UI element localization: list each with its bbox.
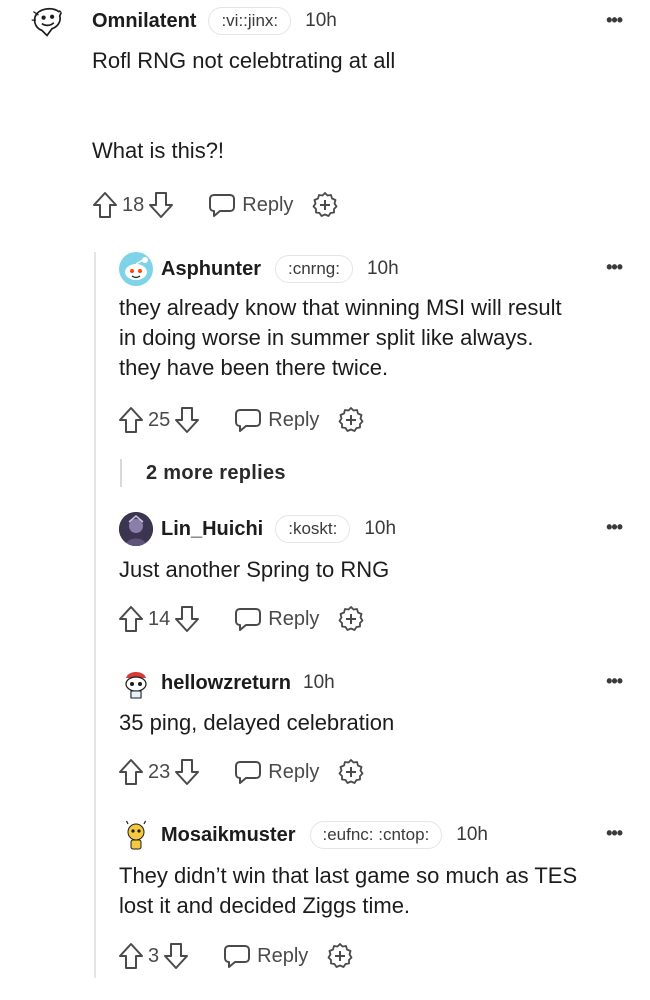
username[interactable]: Lin_Huichi: [161, 518, 263, 541]
more-options-icon[interactable]: •••: [606, 517, 623, 538]
comment-bubble-icon: [209, 194, 236, 217]
timestamp: 10h: [456, 824, 488, 845]
more-options-icon[interactable]: •••: [606, 10, 623, 31]
reply-button[interactable]: Reply: [208, 192, 293, 218]
downvote-icon[interactable]: [163, 942, 189, 970]
reply-label: Reply: [268, 607, 320, 630]
reply-label: Reply: [257, 944, 309, 967]
comment-text: Just another Spring to RNG: [119, 557, 390, 582]
downvote-icon[interactable]: [174, 605, 200, 633]
reply-button[interactable]: Reply: [234, 606, 319, 632]
more-replies-link[interactable]: 2 more replies: [120, 459, 286, 487]
more-options-icon[interactable]: •••: [606, 823, 623, 844]
user-flair: :vi::jinx:: [208, 7, 292, 35]
comment-header: Lin_Huichi :koskt: 10h: [119, 512, 396, 546]
vote-count: 18: [122, 193, 145, 216]
user-flair: :cnrng:: [275, 255, 353, 283]
sketch-face-icon[interactable]: [30, 4, 64, 38]
username[interactable]: hellowzreturn: [161, 672, 291, 695]
timestamp: 10h: [303, 672, 335, 693]
comment-text: Rofl RNG not celebtrating at all What is…: [92, 48, 396, 163]
comment-actions: 25 Reply: [118, 406, 365, 434]
vote-count: 3: [148, 944, 160, 967]
comment-bubble-icon: [224, 945, 251, 968]
reply-button[interactable]: Reply: [223, 943, 308, 969]
reply-label: Reply: [268, 760, 320, 783]
timestamp: 10h: [364, 518, 397, 539]
user-flair: :eufnc: :cntop:: [309, 821, 443, 849]
timestamp: 10h: [305, 10, 337, 31]
upvote-icon[interactable]: [118, 605, 144, 633]
snoo-yellow-icon[interactable]: [119, 818, 153, 852]
comment-bubble-icon: [235, 761, 262, 784]
comment-header: Asphunter :cnrng: 10h: [119, 252, 399, 286]
username[interactable]: Asphunter: [161, 258, 261, 281]
timestamp: 10h: [366, 258, 399, 279]
upvote-icon[interactable]: [118, 406, 144, 434]
upvote-icon[interactable]: [118, 758, 144, 786]
username[interactable]: Omnilatent: [92, 10, 196, 33]
more-replies-bar: [120, 459, 122, 487]
more-options-icon[interactable]: •••: [606, 671, 623, 692]
snoo-avatar-icon[interactable]: [119, 252, 153, 286]
more-replies-label[interactable]: 2 more replies: [146, 462, 286, 485]
character-avatar-icon[interactable]: [119, 512, 153, 546]
comment-actions: 14 Reply: [118, 605, 365, 633]
award-icon[interactable]: [337, 758, 365, 786]
snoo-red-hat-icon[interactable]: [119, 666, 153, 700]
award-icon[interactable]: [337, 605, 365, 633]
reply-button[interactable]: Reply: [234, 759, 319, 785]
vote-count: 23: [148, 760, 171, 783]
comment-header: Omnilatent :vi::jinx: 10h: [30, 4, 337, 38]
comment-header: hellowzreturn 10h: [119, 666, 335, 700]
award-icon[interactable]: [337, 406, 365, 434]
comment-actions: 18 Reply: [92, 191, 339, 219]
comment-actions: 3 Reply: [118, 942, 354, 970]
comment-bubble-icon: [235, 409, 262, 432]
upvote-icon[interactable]: [92, 191, 118, 219]
downvote-icon[interactable]: [148, 191, 174, 219]
comment-header: Mosaikmuster :eufnc: :cntop: 10h: [119, 818, 488, 852]
reply-button[interactable]: Reply: [234, 407, 319, 433]
award-icon[interactable]: [326, 942, 354, 970]
more-options-icon[interactable]: •••: [606, 257, 623, 278]
award-icon[interactable]: [311, 191, 339, 219]
vote-count: 25: [148, 408, 171, 431]
comment-bubble-icon: [235, 608, 262, 631]
upvote-icon[interactable]: [118, 942, 144, 970]
comment-text: they already know that winning MSI will …: [119, 295, 562, 380]
vote-count: 14: [148, 607, 171, 630]
comment-text: 35 ping, delayed celebration: [119, 710, 395, 735]
downvote-icon[interactable]: [174, 406, 200, 434]
downvote-icon[interactable]: [174, 758, 200, 786]
username[interactable]: Mosaikmuster: [161, 824, 296, 847]
comment-actions: 23 Reply: [118, 758, 365, 786]
user-flair: :koskt:: [275, 515, 351, 543]
comment-text: They didn’t win that last game so much a…: [119, 863, 578, 918]
reply-label: Reply: [268, 408, 320, 431]
reply-label: Reply: [242, 193, 294, 216]
thread-line[interactable]: [94, 252, 96, 978]
